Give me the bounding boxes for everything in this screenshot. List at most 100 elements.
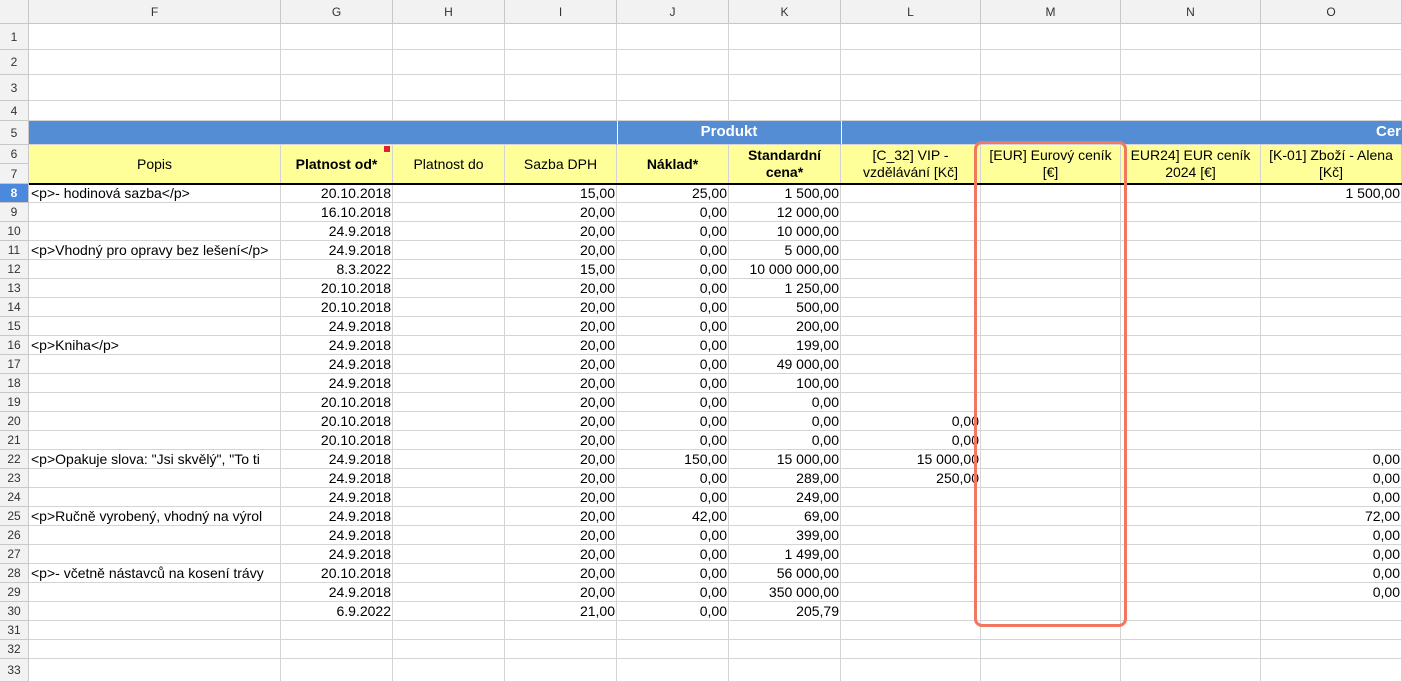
- row-header-6[interactable]: 6: [0, 145, 29, 164]
- cell-j4[interactable]: [617, 101, 729, 121]
- cell-l17[interactable]: [841, 355, 981, 374]
- cell-l12[interactable]: [841, 260, 981, 279]
- cell-h23[interactable]: [393, 469, 505, 488]
- cell-k29[interactable]: 350 000,00: [729, 583, 841, 602]
- cell-n17[interactable]: [1121, 355, 1261, 374]
- column-header-g[interactable]: G: [281, 0, 393, 24]
- cell-l30[interactable]: [841, 602, 981, 621]
- cell-g8[interactable]: 20.10.2018: [281, 184, 393, 203]
- cell-n30[interactable]: [1121, 602, 1261, 621]
- cell-g31[interactable]: [281, 621, 393, 640]
- cell-f2[interactable]: [29, 50, 281, 75]
- cell-o31[interactable]: [1261, 621, 1402, 640]
- cell-f29[interactable]: [29, 583, 281, 602]
- cell-f19[interactable]: [29, 393, 281, 412]
- cell-j26[interactable]: 0,00: [617, 526, 729, 545]
- cell-o21[interactable]: [1261, 431, 1402, 450]
- cell-i22[interactable]: 20,00: [505, 450, 617, 469]
- cell-m30[interactable]: [981, 602, 1121, 621]
- cell-i14[interactable]: 20,00: [505, 298, 617, 317]
- cell-o1[interactable]: [1261, 24, 1402, 50]
- cell-o13[interactable]: [1261, 279, 1402, 298]
- cell-m15[interactable]: [981, 317, 1121, 336]
- cell-h2[interactable]: [393, 50, 505, 75]
- cell-f18[interactable]: [29, 374, 281, 393]
- cell-k12[interactable]: 10 000 000,00: [729, 260, 841, 279]
- cell-j2[interactable]: [617, 50, 729, 75]
- cell-m3[interactable]: [981, 75, 1121, 101]
- header-eur[interactable]: [EUR] Eurový ceník [€]: [981, 145, 1121, 184]
- cell-k11[interactable]: 5 000,00: [729, 241, 841, 260]
- cell-k13[interactable]: 1 250,00: [729, 279, 841, 298]
- cell-k1[interactable]: [729, 24, 841, 50]
- cell-g18[interactable]: 24.9.2018: [281, 374, 393, 393]
- cell-l24[interactable]: [841, 488, 981, 507]
- cell-f16[interactable]: <p>Kniha</p>: [29, 336, 281, 355]
- cell-h3[interactable]: [393, 75, 505, 101]
- cell-o9[interactable]: [1261, 203, 1402, 222]
- cell-i1[interactable]: [505, 24, 617, 50]
- cell-m10[interactable]: [981, 222, 1121, 241]
- header-naklad[interactable]: Náklad*: [617, 145, 729, 184]
- column-header-j[interactable]: J: [617, 0, 729, 24]
- header-eur24[interactable]: EUR24] EUR ceník 2024 [€]: [1121, 145, 1261, 184]
- cell-n26[interactable]: [1121, 526, 1261, 545]
- cell-m17[interactable]: [981, 355, 1121, 374]
- row-header-22[interactable]: 22: [0, 450, 29, 469]
- cell-m28[interactable]: [981, 564, 1121, 583]
- row-header-17[interactable]: 17: [0, 355, 29, 374]
- cell-g13[interactable]: 20.10.2018: [281, 279, 393, 298]
- cell-f17[interactable]: [29, 355, 281, 374]
- cell-n8[interactable]: [1121, 184, 1261, 203]
- header-platnost-do[interactable]: Platnost do: [393, 145, 505, 184]
- cell-o27[interactable]: 0,00: [1261, 545, 1402, 564]
- cell-n2[interactable]: [1121, 50, 1261, 75]
- cell-m16[interactable]: [981, 336, 1121, 355]
- cell-o33[interactable]: [1261, 659, 1402, 682]
- cell-l31[interactable]: [841, 621, 981, 640]
- cell-j18[interactable]: 0,00: [617, 374, 729, 393]
- cell-f12[interactable]: [29, 260, 281, 279]
- cell-l10[interactable]: [841, 222, 981, 241]
- cell-i11[interactable]: 20,00: [505, 241, 617, 260]
- cell-m18[interactable]: [981, 374, 1121, 393]
- cell-j31[interactable]: [617, 621, 729, 640]
- cell-m8[interactable]: [981, 184, 1121, 203]
- cell-n14[interactable]: [1121, 298, 1261, 317]
- cell-f9[interactable]: [29, 203, 281, 222]
- cell-i9[interactable]: 20,00: [505, 203, 617, 222]
- cell-k27[interactable]: 1 499,00: [729, 545, 841, 564]
- row-header-10[interactable]: 10: [0, 222, 29, 241]
- band-cenik[interactable]: Cer: [841, 121, 1402, 145]
- cell-l3[interactable]: [841, 75, 981, 101]
- cell-g24[interactable]: 24.9.2018: [281, 488, 393, 507]
- cell-k20[interactable]: 0,00: [729, 412, 841, 431]
- cell-o16[interactable]: [1261, 336, 1402, 355]
- cell-o18[interactable]: [1261, 374, 1402, 393]
- cell-j33[interactable]: [617, 659, 729, 682]
- cell-n28[interactable]: [1121, 564, 1261, 583]
- cell-k4[interactable]: [729, 101, 841, 121]
- cell-i29[interactable]: 20,00: [505, 583, 617, 602]
- cell-n9[interactable]: [1121, 203, 1261, 222]
- row-header-30[interactable]: 30: [0, 602, 29, 621]
- cell-l22[interactable]: 15 000,00: [841, 450, 981, 469]
- cell-h15[interactable]: [393, 317, 505, 336]
- cell-i20[interactable]: 20,00: [505, 412, 617, 431]
- row-header-9[interactable]: 9: [0, 203, 29, 222]
- cell-i26[interactable]: 20,00: [505, 526, 617, 545]
- header-popis[interactable]: Popis: [29, 145, 281, 184]
- cell-k3[interactable]: [729, 75, 841, 101]
- cell-k31[interactable]: [729, 621, 841, 640]
- cell-h4[interactable]: [393, 101, 505, 121]
- cell-g29[interactable]: 24.9.2018: [281, 583, 393, 602]
- band-blank[interactable]: [29, 121, 617, 145]
- cell-l1[interactable]: [841, 24, 981, 50]
- cell-h12[interactable]: [393, 260, 505, 279]
- row-header-13[interactable]: 13: [0, 279, 29, 298]
- column-header-f[interactable]: F: [29, 0, 281, 24]
- cell-o20[interactable]: [1261, 412, 1402, 431]
- cell-n16[interactable]: [1121, 336, 1261, 355]
- cell-l8[interactable]: [841, 184, 981, 203]
- cell-m19[interactable]: [981, 393, 1121, 412]
